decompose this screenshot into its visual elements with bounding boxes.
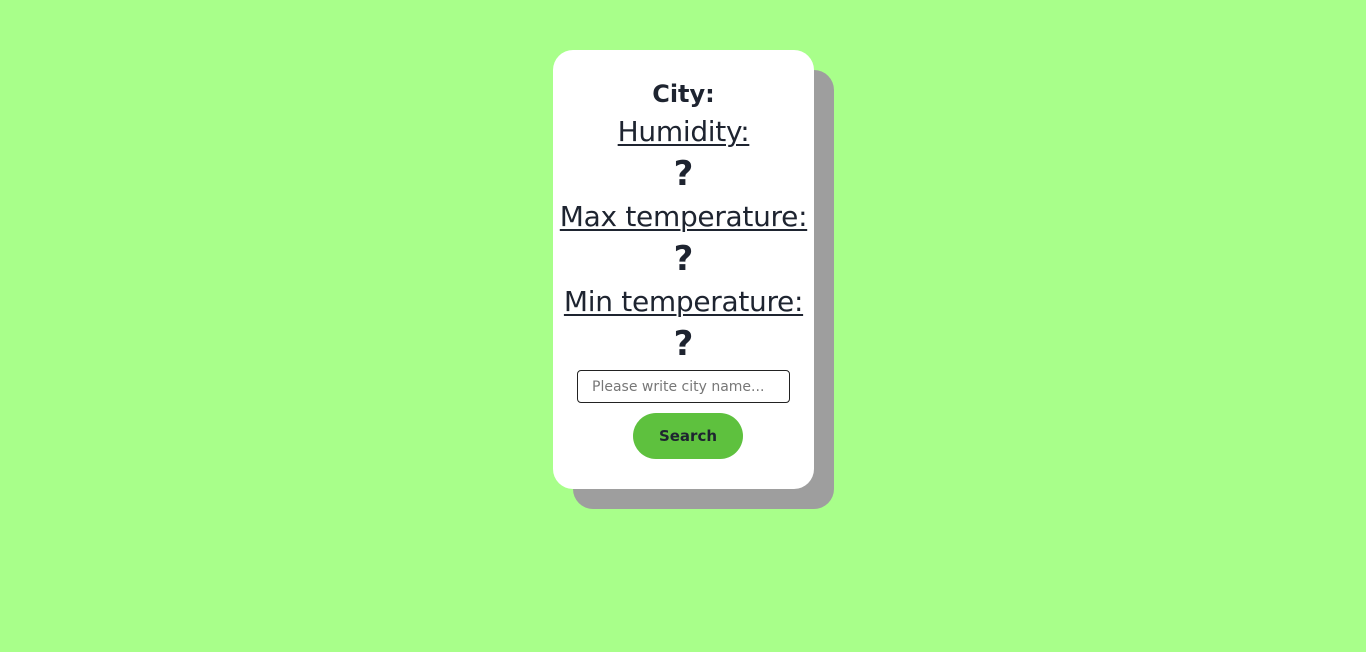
weather-card: City: Humidity: ? Max temperature: ? Min…	[553, 50, 814, 489]
max-temperature-value: ?	[673, 239, 694, 279]
city-label: City:	[652, 80, 715, 108]
city-search-input[interactable]	[577, 370, 790, 403]
max-temperature-label: Max temperature:	[559, 200, 808, 233]
humidity-value: ?	[673, 154, 694, 194]
search-button[interactable]: Search	[633, 413, 743, 459]
min-temperature-label: Min temperature:	[563, 285, 804, 318]
weather-widget: City: Humidity: ? Max temperature: ? Min…	[553, 50, 834, 509]
humidity-label: Humidity:	[617, 115, 750, 148]
min-temperature-value: ?	[673, 324, 694, 364]
